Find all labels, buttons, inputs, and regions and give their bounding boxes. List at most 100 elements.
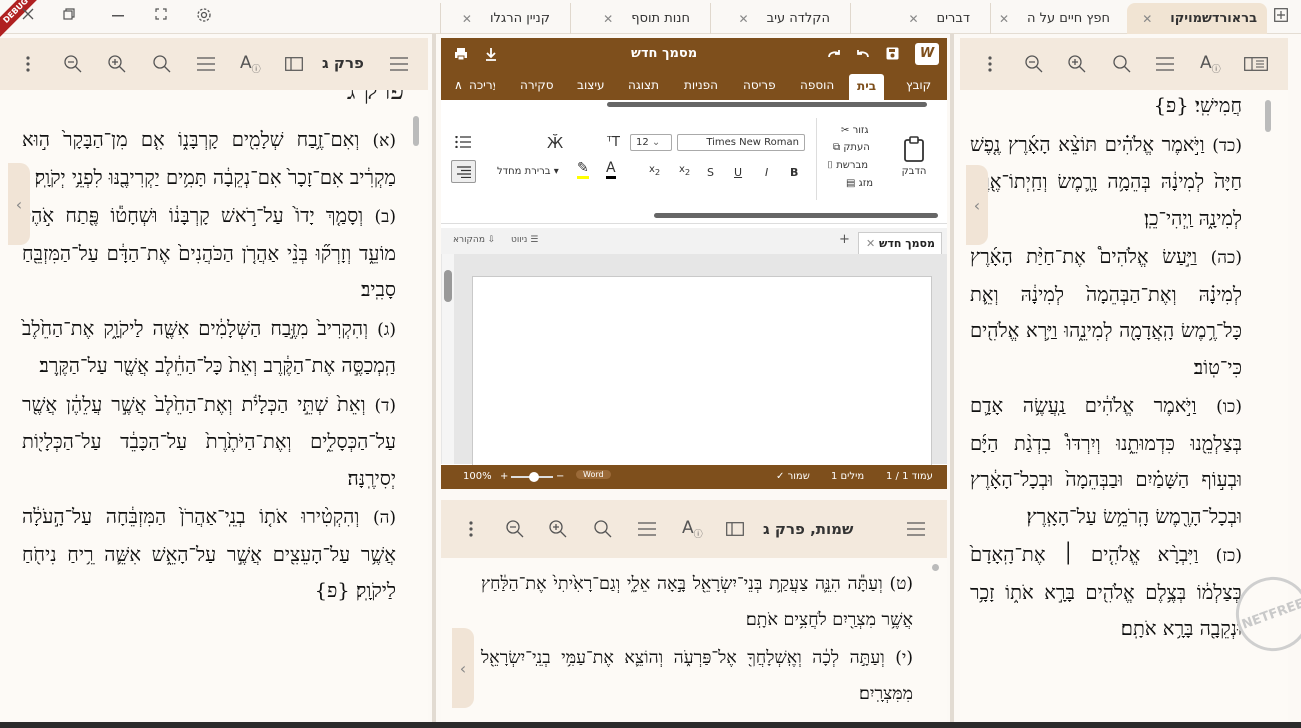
new-tab-icon[interactable] (1274, 8, 1288, 22)
tab-3[interactable]: דברים ✕ (850, 3, 980, 34)
middle-pane-title: שמות, פרק ג (763, 520, 854, 538)
cut-button[interactable]: ✂ גזור (841, 125, 869, 136)
close-icon[interactable]: ✕ (454, 12, 480, 26)
font-name-select[interactable]: Times New Roman (677, 134, 805, 151)
right-pane-header: Aⓘ (960, 38, 1288, 90)
menu-insert[interactable]: הוספה (800, 78, 834, 92)
zoom-in-icon[interactable] (549, 520, 567, 538)
more-options-icon[interactable] (469, 521, 473, 537)
pane-divider[interactable] (950, 34, 954, 728)
prev-arrow-button[interactable]: ‹ (452, 628, 474, 708)
font-settings-icon[interactable]: Aⓘ (1200, 53, 1221, 75)
hamburger-icon[interactable] (907, 522, 925, 536)
doc-tab-active[interactable]: מסמך חדש ✕ (858, 232, 942, 254)
close-icon[interactable]: ✕ (595, 12, 621, 26)
search-icon[interactable] (594, 520, 612, 538)
format-painter-button[interactable]: ⌷ מברשת (827, 160, 868, 171)
close-icon[interactable]: ✕ (900, 12, 926, 26)
menu-design[interactable]: עיצוב (577, 78, 605, 92)
menu-home[interactable]: בית (849, 74, 885, 100)
scrollbar-thumb[interactable] (413, 116, 419, 146)
font-color-button[interactable]: A (606, 160, 616, 179)
prev-arrow-button[interactable]: ‹ (8, 163, 30, 245)
copy-button[interactable]: ⧉ העתק (833, 142, 870, 153)
tab-label: קניין הרגלו (489, 11, 550, 26)
tab-5[interactable]: חנות תוסף ✕ (570, 3, 700, 34)
layout-icon[interactable] (726, 522, 744, 536)
menu-view[interactable]: תצוגה (628, 78, 659, 92)
superscript-button[interactable]: x2 (649, 164, 660, 177)
font-size-grow-icon[interactable]: ᵀT (607, 135, 620, 150)
download-icon[interactable] (485, 47, 497, 61)
add-doc-tab-icon[interactable]: + (839, 232, 850, 247)
layout-icon[interactable] (285, 57, 303, 71)
pane-divider[interactable] (432, 34, 436, 728)
underline-button[interactable]: U (734, 166, 742, 179)
wp-logo: W (915, 43, 939, 65)
search-icon[interactable] (153, 55, 171, 73)
menu-icon[interactable] (638, 522, 656, 536)
search-icon[interactable] (1113, 55, 1131, 73)
tab-1-active[interactable]: בראורדשמויקו ✕ (1127, 3, 1267, 34)
zoom-plus[interactable]: + (500, 471, 508, 482)
more-options-icon[interactable] (26, 56, 30, 72)
left-text-pane: פרק ג (א) וְאִם־זֶ֥בַח שְׁלָמִ֖ים קָרְבָ… (0, 90, 428, 728)
zoom-out-icon[interactable] (64, 55, 82, 73)
menu-file[interactable]: קובץ (906, 78, 931, 92)
menu-references[interactable]: הפניות (684, 78, 718, 92)
menu-scrollbar[interactable] (607, 102, 927, 107)
scrollbar-thumb[interactable] (1265, 100, 1271, 132)
collapse-ribbon-icon[interactable]: ∧ (454, 78, 463, 92)
zoom-in-icon[interactable] (1068, 55, 1086, 73)
zoom-minus[interactable]: − (556, 471, 564, 482)
prev-arrow-button[interactable]: ‹ (966, 165, 988, 245)
navigation-toggle[interactable]: ניווט ☰ (511, 235, 538, 245)
italic-button[interactable]: I (765, 166, 768, 179)
tab-2[interactable]: חפץ חיים על ה ✕ (990, 3, 1120, 34)
styles-dropdown[interactable]: ברירת מחדל ▾ (497, 166, 559, 177)
fullscreen-icon[interactable] (155, 8, 167, 20)
menu-edit[interactable]: עריכה (469, 78, 495, 92)
paste-button[interactable]: הדבק (896, 136, 932, 177)
menu-layout[interactable]: פריסה (743, 78, 776, 92)
from-reader-button[interactable]: מהקורא ⇩ (453, 235, 495, 245)
close-icon[interactable]: ✕ (1134, 12, 1160, 26)
tab-6[interactable]: קניין הרגלו ✕ (440, 3, 560, 34)
zoom-out-icon[interactable] (1025, 55, 1043, 73)
more-options-icon[interactable] (988, 56, 992, 72)
zoom-out-icon[interactable] (506, 520, 524, 538)
zoom-slider[interactable] (511, 472, 553, 482)
redo-icon[interactable] (827, 48, 841, 60)
close-icon[interactable]: ✕ (991, 12, 1017, 26)
word-badge[interactable]: Word (576, 470, 611, 479)
undo-icon[interactable] (856, 48, 870, 60)
font-settings-icon[interactable]: Aⓘ (682, 518, 703, 540)
document-page[interactable] (472, 276, 932, 476)
subscript-button[interactable]: x2 (679, 164, 690, 177)
menu-icon[interactable] (197, 57, 215, 71)
print-icon[interactable] (454, 47, 468, 61)
merge-button[interactable]: ▤ מזג (846, 178, 873, 189)
strike-button[interactable]: S (707, 166, 714, 179)
close-icon[interactable]: ✕ (731, 12, 757, 26)
save-icon[interactable] (886, 47, 899, 60)
hamburger-icon[interactable] (390, 57, 408, 71)
minimize-icon[interactable] (112, 15, 124, 17)
font-settings-icon[interactable]: Aⓘ (240, 53, 261, 75)
ribbon-scrollbar[interactable] (654, 213, 938, 218)
tab-4[interactable]: הקלדה עיב ✕ (710, 3, 840, 34)
bold-button[interactable]: B (790, 166, 798, 179)
clear-format-icon[interactable]: Ӂ (547, 134, 563, 152)
bullet-list-icon[interactable] (455, 136, 471, 148)
highlight-button[interactable]: ✎ (577, 160, 589, 179)
zoom-in-icon[interactable] (108, 55, 126, 73)
menu-icon[interactable] (1156, 57, 1174, 71)
settings-icon[interactable] (196, 7, 212, 23)
doc-scrollbar[interactable] (442, 254, 454, 464)
restore-icon[interactable] (63, 8, 75, 20)
close-window-icon[interactable] (22, 8, 34, 20)
split-view-icon[interactable] (1244, 57, 1268, 71)
font-size-select[interactable]: 12 ⌄ (630, 134, 672, 151)
align-right-icon[interactable] (451, 160, 476, 183)
menu-review[interactable]: סקירה (520, 78, 554, 92)
